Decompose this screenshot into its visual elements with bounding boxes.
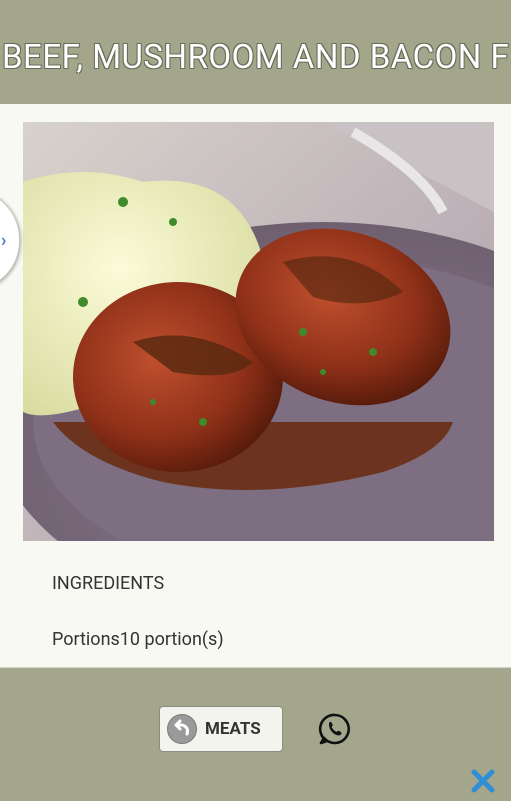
recipe-photo: [23, 122, 494, 541]
bottom-bar: MEATS: [0, 667, 511, 801]
back-arrow-icon: [167, 714, 197, 744]
page-title: BEEF, MUSHROOM AND BACON F: [2, 38, 510, 77]
portions-text: Portions10 portion(s): [52, 629, 224, 650]
recipe-content[interactable]: › INGREDIENTS Portions10 portion(s): [0, 104, 511, 667]
back-button-label: MEATS: [205, 719, 261, 739]
side-drawer-handle[interactable]: ›: [0, 189, 20, 291]
app-header: BEEF, MUSHROOM AND BACON F: [0, 0, 511, 104]
whatsapp-icon[interactable]: [318, 712, 352, 746]
back-to-meats-button[interactable]: MEATS: [159, 706, 283, 752]
close-icon[interactable]: [470, 768, 496, 794]
ingredients-heading: INGREDIENTS: [52, 573, 165, 594]
chevron-right-icon: ›: [1, 230, 7, 251]
